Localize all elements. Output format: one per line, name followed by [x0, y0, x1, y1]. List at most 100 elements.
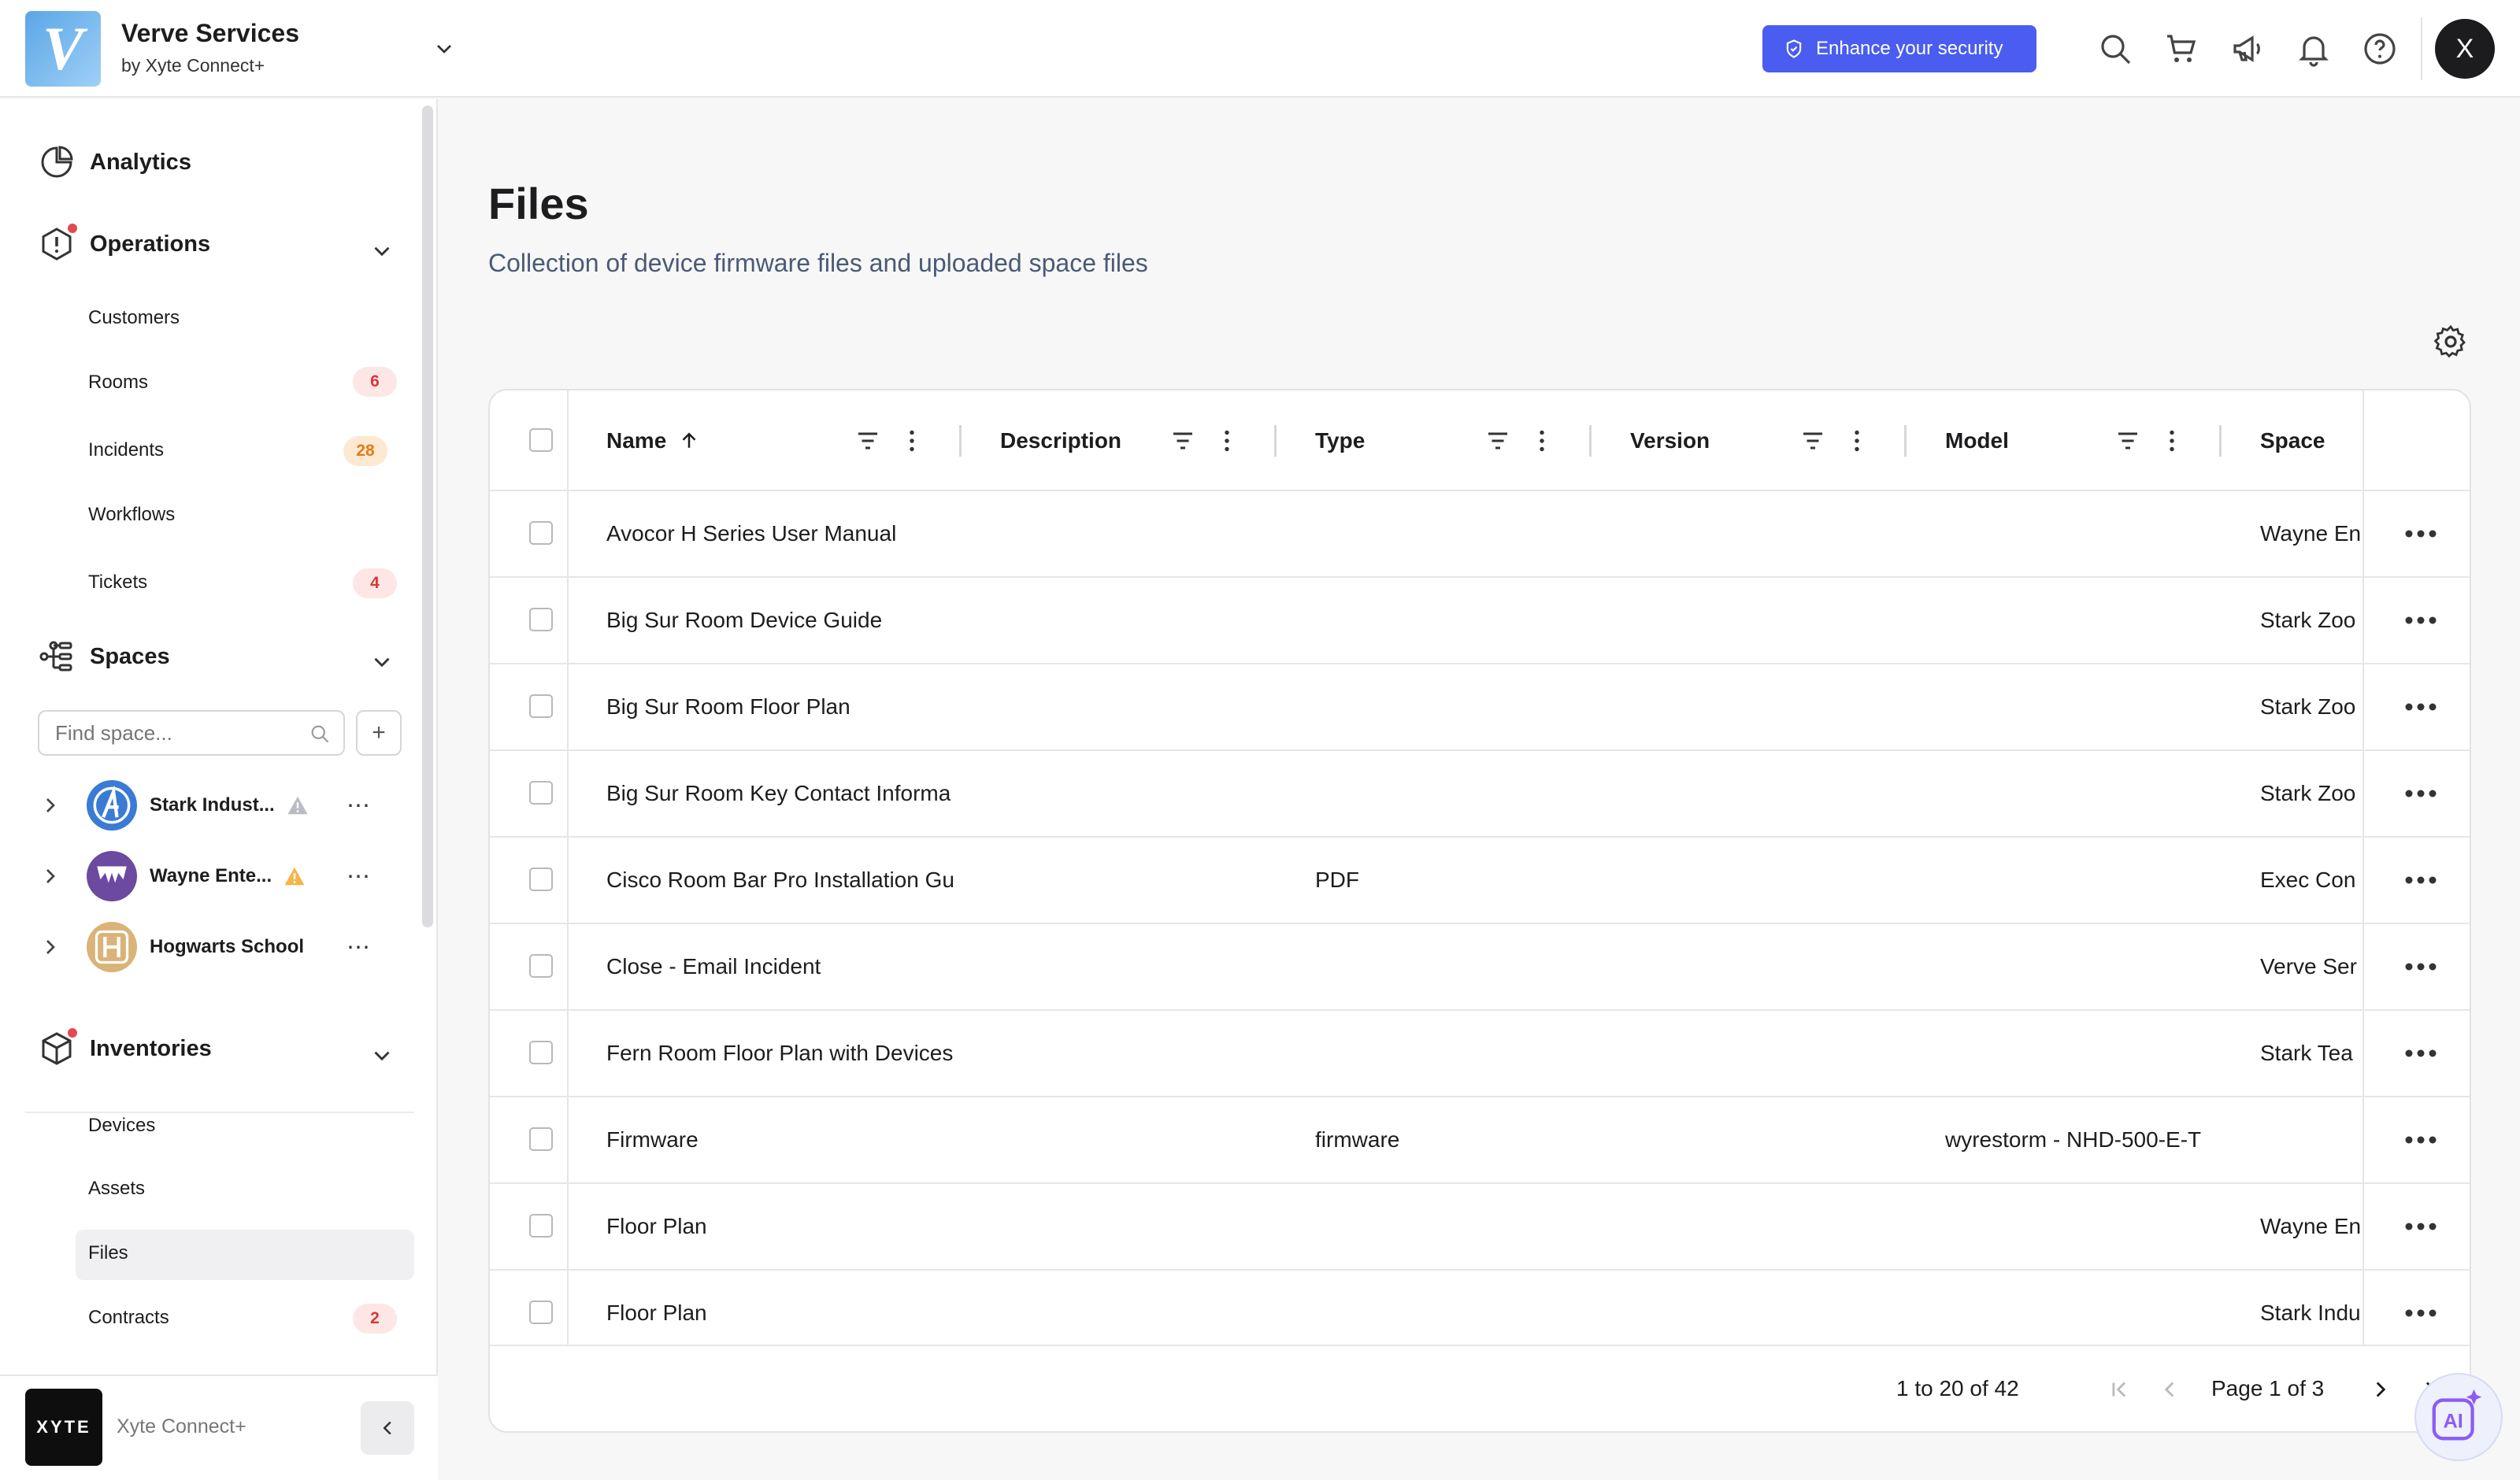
row-more-icon[interactable]: [2402, 779, 2440, 808]
sidebar-item-rooms[interactable]: Rooms: [88, 372, 148, 394]
row-checkbox[interactable]: [529, 608, 553, 631]
row-checkbox[interactable]: [529, 1127, 553, 1151]
column-resize-handle[interactable]: [959, 425, 962, 457]
sidebar-item-operations[interactable]: Operations: [38, 224, 210, 263]
column-menu-icon[interactable]: [898, 427, 926, 455]
row-more-icon[interactable]: [2402, 1039, 2440, 1067]
row-checkbox[interactable]: [529, 521, 553, 545]
chevron-right-icon[interactable]: [38, 864, 63, 889]
row-checkbox[interactable]: [529, 1041, 553, 1064]
filter-icon[interactable]: [2114, 427, 2142, 455]
table-row[interactable]: Floor Plan Wayne En: [490, 1184, 2470, 1271]
row-more-icon[interactable]: [2402, 1212, 2440, 1241]
sidebar-item-tickets[interactable]: Tickets: [88, 572, 147, 594]
row-checkbox[interactable]: [529, 954, 553, 978]
sort-ascending-icon[interactable]: [677, 429, 701, 453]
row-more-icon[interactable]: [2402, 1299, 2440, 1327]
sidebar-item-contracts[interactable]: Contracts: [88, 1307, 169, 1329]
column-menu-icon[interactable]: [2158, 427, 2186, 455]
ai-assistant-button[interactable]: AI: [2414, 1373, 2503, 1461]
sidebar-scrollbar[interactable]: [422, 105, 433, 927]
space-item-hogwarts[interactable]: Hogwarts School ⋯: [38, 919, 408, 975]
chevron-down-icon[interactable]: [369, 649, 395, 675]
more-options-icon[interactable]: ⋯: [346, 863, 371, 890]
chevron-down-icon[interactable]: [369, 1042, 395, 1069]
sidebar-item-devices[interactable]: Devices: [88, 1115, 155, 1137]
sidebar-item-spaces[interactable]: Spaces: [38, 638, 170, 675]
org-name[interactable]: Verve Services: [121, 19, 299, 48]
chevron-down-icon[interactable]: [432, 36, 457, 61]
row-checkbox[interactable]: [529, 694, 553, 718]
row-more-icon[interactable]: [2402, 520, 2440, 548]
gear-icon[interactable]: [2432, 323, 2470, 361]
sidebar-item-incidents[interactable]: Incidents: [88, 439, 164, 461]
column-menu-icon[interactable]: [1843, 427, 1871, 455]
chevron-right-icon[interactable]: [38, 793, 63, 818]
user-avatar[interactable]: X: [2435, 19, 2495, 79]
row-checkbox[interactable]: [529, 781, 553, 805]
table-row[interactable]: Big Sur Room Key Contact Informa Stark Z…: [490, 751, 2470, 838]
column-menu-icon[interactable]: [1528, 427, 1556, 455]
table-row[interactable]: Cisco Room Bar Pro Installation Gu PDF E…: [490, 838, 2470, 924]
chevron-right-icon[interactable]: [38, 934, 63, 960]
row-checkbox[interactable]: [529, 1301, 553, 1324]
cell-space: Exec Con: [2260, 868, 2356, 892]
filter-icon[interactable]: [1169, 427, 1197, 455]
row-more-icon[interactable]: [2402, 1126, 2440, 1154]
chevron-down-icon[interactable]: [369, 238, 395, 265]
sidebar-item-workflows[interactable]: Workflows: [88, 504, 175, 526]
column-header-description[interactable]: Description: [1000, 390, 1121, 491]
megaphone-icon[interactable]: [2229, 30, 2266, 68]
table-row[interactable]: Floor Plan Stark Indu: [490, 1271, 2470, 1345]
more-options-icon[interactable]: ⋯: [346, 792, 371, 820]
row-more-icon[interactable]: [2402, 866, 2440, 894]
row-checkbox[interactable]: [529, 1214, 553, 1238]
column-menu-icon[interactable]: [1213, 427, 1241, 455]
select-all-checkbox[interactable]: [529, 428, 553, 452]
sidebar-item-inventories[interactable]: Inventories: [38, 1028, 212, 1067]
column-resize-handle[interactable]: [1274, 425, 1277, 457]
enhance-security-button[interactable]: Enhance your security: [1762, 25, 2036, 72]
sidebar-item-files[interactable]: Files: [88, 1242, 128, 1264]
more-options-icon[interactable]: ⋯: [346, 934, 371, 961]
column-resize-handle[interactable]: [1904, 425, 1907, 457]
first-page-icon[interactable]: [2106, 1376, 2133, 1403]
add-space-button[interactable]: +: [356, 710, 402, 756]
xyte-logo[interactable]: XYTE: [25, 1389, 102, 1466]
row-more-icon[interactable]: [2402, 606, 2440, 635]
filter-icon[interactable]: [1484, 427, 1512, 455]
cart-icon[interactable]: [2162, 30, 2200, 68]
table-row[interactable]: Big Sur Room Floor Plan Stark Zoo: [490, 664, 2470, 751]
table-row[interactable]: Avocor H Series User Manual Wayne En: [490, 491, 2470, 578]
filter-icon[interactable]: [854, 427, 882, 455]
row-more-icon[interactable]: [2402, 693, 2440, 721]
column-header-model[interactable]: Model: [1945, 390, 2009, 491]
bell-icon[interactable]: [2295, 30, 2333, 68]
column-header-version[interactable]: Version: [1630, 390, 1710, 491]
filter-icon[interactable]: [1799, 427, 1827, 455]
space-item-wayne[interactable]: Wayne Ente... ⋯: [38, 849, 408, 904]
ai-label: AI: [2444, 1411, 2463, 1433]
column-resize-handle[interactable]: [1589, 425, 1592, 457]
column-header-type[interactable]: Type: [1315, 390, 1365, 491]
sidebar-item-customers[interactable]: Customers: [88, 307, 180, 329]
sidebar-item-analytics[interactable]: Analytics: [38, 143, 191, 181]
search-icon[interactable]: [2096, 30, 2134, 68]
column-header-name[interactable]: Name: [606, 390, 701, 491]
column-resize-handle[interactable]: [2219, 425, 2222, 457]
table-row[interactable]: Firmware firmware wyrestorm - NHD-500-E-…: [490, 1097, 2470, 1184]
previous-page-icon[interactable]: [2156, 1376, 2183, 1403]
table-row[interactable]: Fern Room Floor Plan with Devices Stark …: [490, 1011, 2470, 1097]
row-checkbox[interactable]: [529, 868, 553, 891]
find-space-input[interactable]: [38, 710, 345, 756]
row-more-icon[interactable]: [2402, 953, 2440, 981]
sidebar-item-assets[interactable]: Assets: [88, 1178, 145, 1200]
column-header-space[interactable]: Space: [2260, 390, 2325, 491]
help-icon[interactable]: [2361, 30, 2399, 68]
space-item-stark[interactable]: Stark Indust... ⋯: [38, 778, 408, 833]
table-row[interactable]: Close - Email Incident Verve Ser: [490, 924, 2470, 1011]
collapse-sidebar-button[interactable]: [361, 1401, 414, 1455]
org-logo[interactable]: V: [25, 11, 101, 87]
next-page-icon[interactable]: [2367, 1376, 2394, 1403]
table-row[interactable]: Big Sur Room Device Guide Stark Zoo: [490, 578, 2470, 664]
